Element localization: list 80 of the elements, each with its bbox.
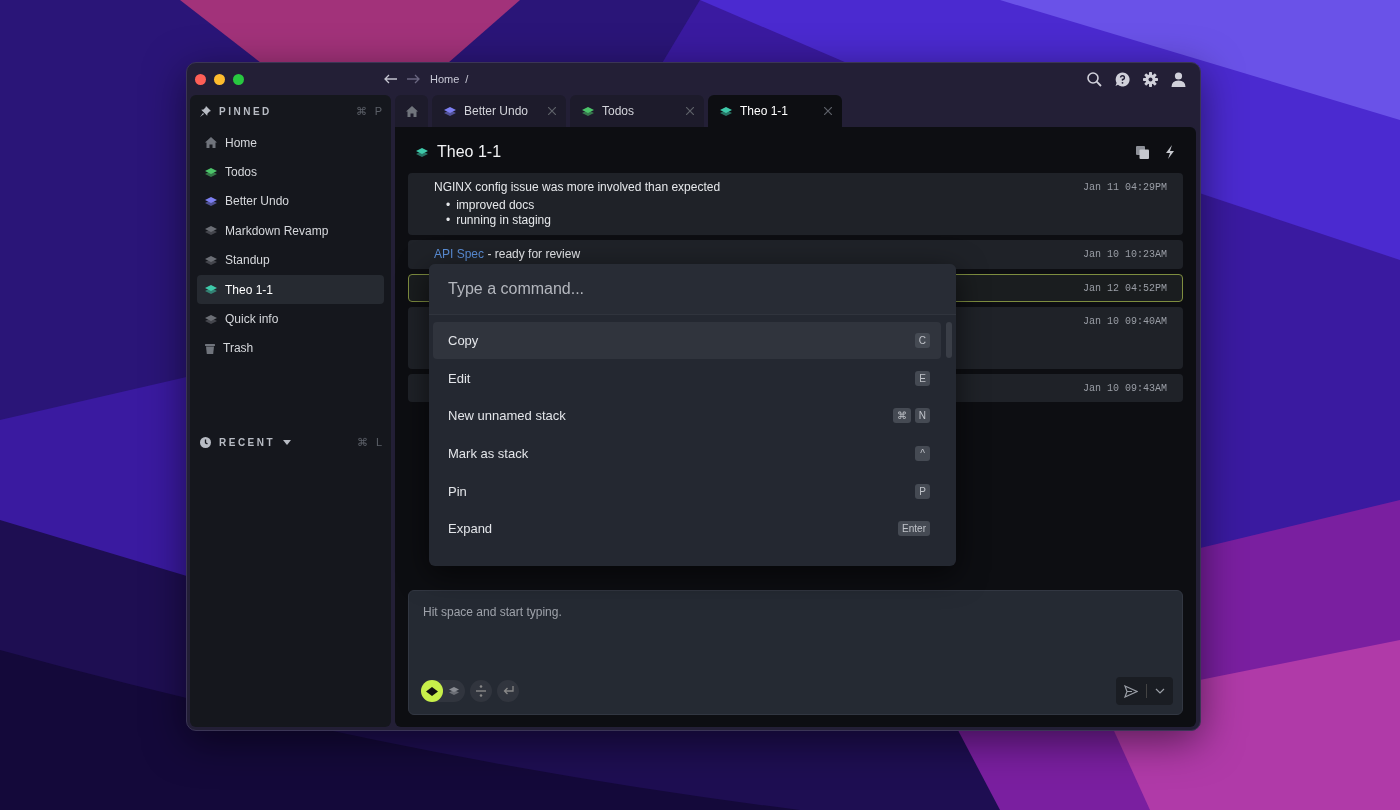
shortcut-key: ⌘ (355, 104, 367, 118)
message-text: - ready for review (487, 247, 581, 261)
stack-icon (449, 687, 459, 695)
bullet-marker: • (446, 213, 451, 228)
sidebar-item[interactable]: Home (197, 128, 384, 158)
return-button[interactable] (497, 680, 519, 702)
minimize-window-button[interactable] (214, 73, 225, 85)
sidebar-item[interactable]: Theo 1-1 (197, 274, 384, 305)
shortcut-key: ^ (915, 446, 930, 462)
message-card[interactable]: NGINX config issue was more involved than expected • improved docs • running in staging Jan 11 04:29PM (408, 173, 1183, 235)
shortcut-key: ⌘ (892, 408, 911, 424)
tab[interactable]: Theo 1-1 (708, 95, 842, 127)
zoom-window-button[interactable] (233, 73, 244, 85)
close-icon[interactable] (824, 107, 832, 115)
bolt-icon[interactable] (1165, 145, 1175, 159)
shortcut-key: P (374, 104, 382, 118)
back-arrow-icon[interactable] (384, 74, 398, 84)
timestamp: Jan 10 09:40AM (1083, 315, 1167, 329)
timestamp: Jan 11 04:29PM (1083, 181, 1167, 195)
send-button[interactable] (1116, 677, 1173, 705)
command-item[interactable]: Pin P (433, 472, 941, 510)
timestamp: Jan 10 09:43AM (1083, 382, 1167, 395)
document-title: Theo 1-1 (437, 143, 502, 161)
shortcut-key: L (375, 435, 382, 449)
section-title[interactable]: PINNED (219, 105, 272, 117)
command-item[interactable]: Mark as stack ^ (433, 435, 941, 473)
sidebar-item[interactable]: Markdown Revamp (197, 216, 384, 246)
breadcrumb-separator: / (465, 73, 469, 85)
forward-arrow-icon[interactable] (406, 74, 420, 84)
home-icon (205, 137, 217, 149)
command-input[interactable]: Type a command... (429, 264, 956, 315)
chevron-down-icon (1155, 688, 1165, 694)
message-text: NGINX config issue was more involved than expected (434, 180, 721, 194)
settings-icon[interactable] (1143, 71, 1158, 87)
shortcut-key: ⌘ (356, 435, 368, 449)
sidebar-item[interactable]: Standup (197, 245, 384, 275)
bullet-item: running in staging (456, 213, 551, 228)
sidebar-item[interactable]: Trash (197, 333, 384, 364)
timestamp: Jan 12 04:52PM (1083, 282, 1167, 295)
send-icon (1124, 684, 1138, 698)
diamond-icon (426, 686, 438, 696)
command-item[interactable]: Edit E (433, 359, 941, 397)
close-icon[interactable] (548, 107, 556, 115)
command-item[interactable]: Copy C (433, 322, 941, 359)
shortcut-key: N (914, 408, 930, 424)
close-window-button[interactable] (195, 73, 206, 85)
mode-button[interactable] (421, 680, 443, 702)
divide-icon (476, 685, 486, 697)
bullet-item: improved docs (456, 198, 535, 213)
sidebar-item[interactable]: Better Undo (197, 186, 384, 217)
caret-icon[interactable] (283, 439, 292, 445)
sidebar-item[interactable]: Todos (197, 157, 384, 187)
home-icon (405, 105, 418, 117)
timestamp: Jan 10 10:23AM (1083, 248, 1167, 262)
shortcut-key: C (914, 333, 930, 348)
tab[interactable]: Better Undo (432, 95, 566, 127)
section-title[interactable]: RECENT (219, 436, 276, 448)
home-tab[interactable] (395, 95, 428, 127)
shortcut-key: Enter (898, 521, 930, 537)
return-icon (502, 686, 514, 696)
clock-icon (200, 436, 211, 448)
composer-field[interactable]: Hit space and start typing. (408, 590, 1183, 715)
close-icon[interactable] (686, 107, 694, 115)
help-chat-icon[interactable] (1115, 71, 1130, 87)
divide-button[interactable] (470, 680, 492, 702)
tab[interactable]: Todos (570, 95, 704, 127)
pin-icon (200, 105, 211, 117)
bullet-marker: • (446, 198, 451, 213)
message-field[interactable]: Hit space and start typing. (421, 601, 1173, 677)
command-item[interactable]: New unnamed stack ⌘ N (433, 397, 941, 435)
search-icon[interactable] (1087, 71, 1102, 87)
command-item[interactable]: Expand Enter (433, 510, 941, 548)
message-link[interactable]: API Spec (434, 247, 485, 261)
sidebar-item[interactable]: Quick info (197, 304, 384, 334)
copy-icon[interactable] (1136, 145, 1149, 159)
trash-icon (205, 342, 215, 354)
user-icon[interactable] (1171, 71, 1186, 87)
shortcut-key: P (915, 483, 930, 499)
breadcrumb-link[interactable]: Home (430, 73, 460, 85)
shortcut-key: E (915, 370, 930, 386)
